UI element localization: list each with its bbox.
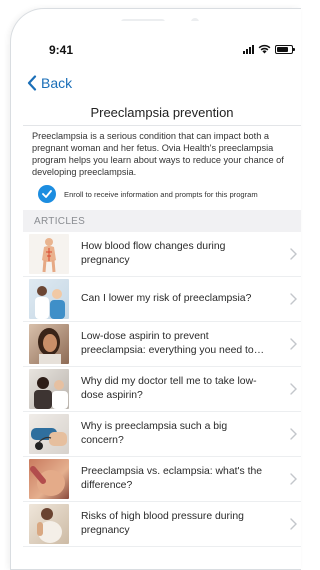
article-title: Why is preeclampsia such a big concern? <box>81 421 228 446</box>
enroll-label: Enroll to receive information and prompt… <box>64 189 258 199</box>
anatomy-illustration-thumbnail <box>29 234 69 274</box>
doctor-consult-thumbnail <box>29 369 69 409</box>
chevron-right-icon <box>290 383 297 395</box>
chevron-right-icon <box>290 293 297 305</box>
title-divider <box>23 125 301 126</box>
woman-portrait-thumbnail <box>29 324 69 364</box>
app-screen: 9:41 Back Preeclampsia prevention Preecl… <box>23 21 301 561</box>
doctor-patient-thumbnail <box>29 279 69 319</box>
chevron-right-icon <box>290 473 297 485</box>
back-button[interactable]: Back <box>27 75 72 91</box>
article-item[interactable]: Preeclampsia vs. eclampsia: what's the d… <box>23 457 301 502</box>
chevron-right-icon <box>290 428 297 440</box>
status-bar: 9:41 <box>23 21 301 61</box>
article-item[interactable]: Risks of high blood pressure during preg… <box>23 502 301 547</box>
battery-icon <box>275 44 295 54</box>
blood-pressure-thumbnail <box>29 414 69 454</box>
articles-section-header: ARTICLES <box>23 210 301 232</box>
wifi-icon <box>258 44 271 54</box>
article-item[interactable]: Why did my doctor tell me to take low-do… <box>23 367 301 412</box>
program-description: Preeclampsia is a serious condition that… <box>32 131 284 177</box>
cellular-signal-icon <box>243 44 254 54</box>
section-title: ARTICLES <box>34 215 86 227</box>
article-item[interactable]: Can I lower my risk of preeclampsia? <box>23 277 301 322</box>
article-item[interactable]: How blood flow changes during pregnancy <box>23 232 301 277</box>
chevron-left-icon <box>27 75 37 91</box>
page-title: Preeclampsia prevention <box>90 105 234 120</box>
chevron-right-icon <box>290 338 297 350</box>
article-item[interactable]: Low-dose aspirin to prevent preeclampsia… <box>23 322 301 367</box>
enroll-toggle[interactable]: Enroll to receive information and prompt… <box>38 184 288 204</box>
chevron-right-icon <box>290 248 297 260</box>
article-title: Risks of high blood pressure during preg… <box>81 511 244 536</box>
article-title: Preeclampsia vs. eclampsia: what's the d… <box>81 466 263 491</box>
back-label: Back <box>41 75 73 91</box>
status-icons <box>243 43 295 55</box>
article-title: Low-dose aspirin to prevent preeclampsia… <box>81 331 254 356</box>
article-title: Why did my doctor tell me to take low-do… <box>81 376 257 401</box>
pregnant-woman-thumbnail <box>29 504 69 544</box>
checkmark-icon <box>38 185 56 203</box>
device-frame: 9:41 Back Preeclampsia prevention Preecl… <box>10 8 301 570</box>
article-list: How blood flow changes during pregnancy … <box>23 232 301 547</box>
article-title: How blood flow changes during pregnancy <box>81 241 226 266</box>
article-title: Can I lower my risk of preeclampsia? <box>81 293 252 304</box>
pregnant-belly-thumbnail <box>29 459 69 499</box>
chevron-right-icon <box>290 518 297 530</box>
article-item[interactable]: Why is preeclampsia such a big concern? <box>23 412 301 457</box>
status-time: 9:41 <box>49 43 74 57</box>
